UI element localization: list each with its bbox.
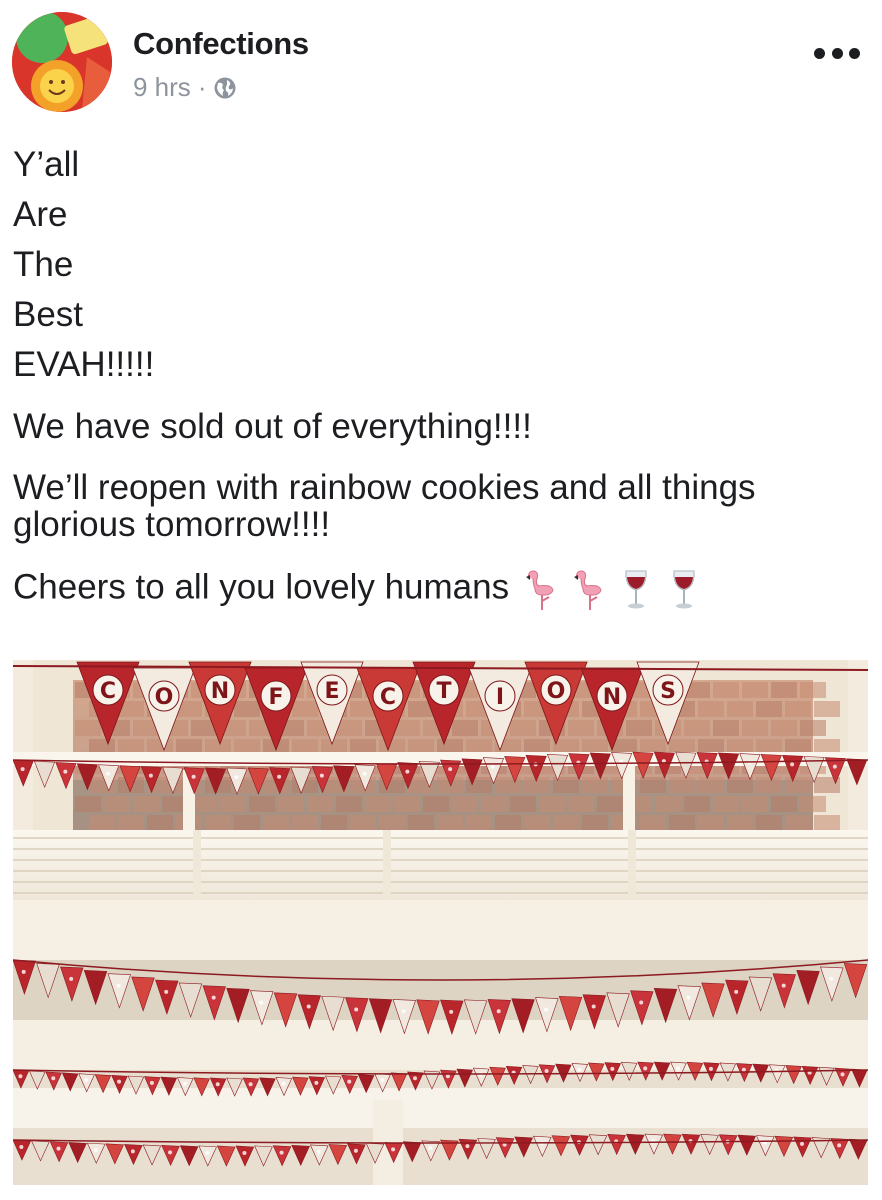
flamingo-icon — [571, 567, 605, 611]
banner-letter: I — [496, 685, 504, 710]
post-timestamp[interactable]: 9 hrs — [133, 72, 191, 103]
post-photo[interactable]: CONFECTIONS — [13, 660, 868, 1185]
message-line: EVAH!!!!! — [13, 345, 155, 384]
banner-letter: F — [268, 685, 283, 710]
post-message: Y’all Are The Best EVAH!!!!! We have sol… — [13, 140, 873, 625]
message-line: The — [13, 245, 74, 284]
message-line: Best — [13, 295, 84, 334]
banner-letter: T — [436, 679, 451, 704]
facebook-post: Confections 9 hrs · Y’all Are The Best E… — [0, 0, 882, 1200]
message-line: Are — [13, 195, 68, 234]
flamingo-icon — [523, 567, 557, 611]
more-options-icon[interactable] — [814, 40, 860, 66]
post-meta: 9 hrs · — [133, 72, 237, 103]
page-avatar[interactable] — [12, 12, 112, 112]
banner-letter: N — [603, 685, 621, 710]
banner-letter: N — [211, 679, 229, 704]
emoji-row — [523, 567, 701, 611]
wine-glass-icon — [619, 567, 653, 611]
more-dot — [831, 47, 843, 59]
banner-letter: C — [100, 679, 116, 704]
globe-icon — [213, 76, 237, 100]
wine-glass-icon — [667, 567, 701, 611]
message-paragraph-text: Cheers to all you lovely humans — [13, 567, 510, 607]
shop-shelves-photo: CONFECTIONS — [13, 660, 868, 1185]
banner-letter: O — [155, 685, 174, 710]
message-line: Y’all — [13, 145, 80, 184]
message-paragraph: We’ll reopen with rainbow cookies and al… — [13, 468, 756, 544]
more-dot — [814, 47, 825, 59]
meta-separator: · — [197, 72, 207, 102]
message-paragraph: We have sold out of everything!!!! — [13, 407, 532, 446]
banner-letter: C — [380, 685, 396, 710]
more-dot — [849, 47, 860, 59]
banner-letter: O — [547, 679, 566, 704]
message-paragraph-last: Cheers to all you lovely humans — [13, 567, 873, 611]
banner-letter: E — [324, 679, 339, 704]
banner-letter: S — [660, 679, 676, 704]
page-name-link[interactable]: Confections — [133, 26, 309, 62]
